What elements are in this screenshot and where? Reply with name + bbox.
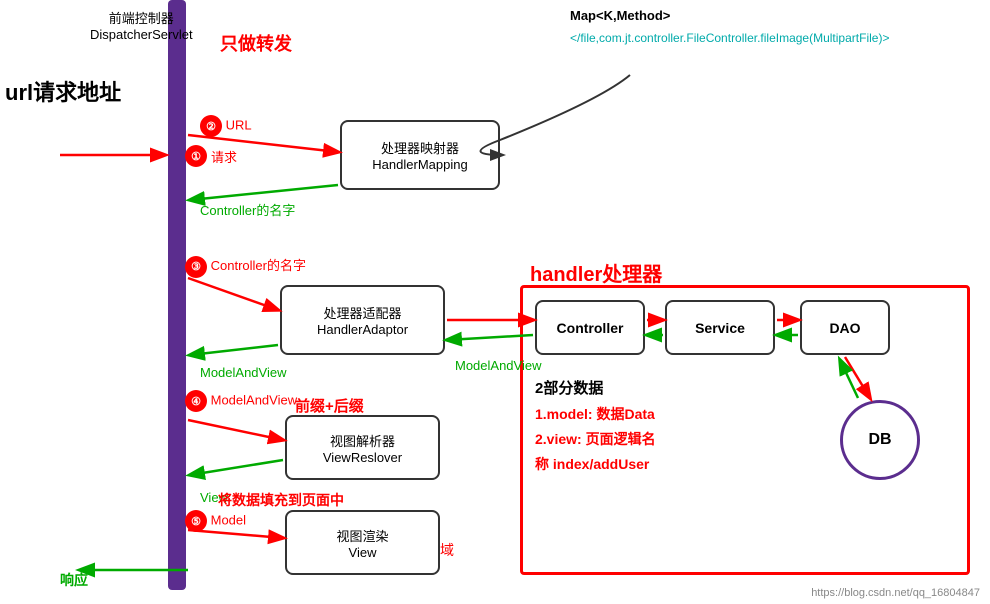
- controller-box: Controller: [535, 300, 645, 355]
- watermark: https://blog.csdn.net/qq_16804847: [811, 587, 980, 599]
- map-label: Map<K,Method>: [570, 8, 670, 23]
- modelview-adaptor-out: ModelAndView: [455, 358, 541, 373]
- step1-label: ① 请求: [185, 145, 237, 167]
- step3-label: ③ Controller的名字: [185, 255, 306, 278]
- vertical-bar: [168, 0, 186, 590]
- only-forward-label: 只做转发: [220, 30, 292, 56]
- dao-box: DAO: [800, 300, 890, 355]
- prefix-suffix-label: 前缀+后缀: [295, 395, 364, 416]
- domain-label: 域: [440, 540, 454, 560]
- info-text: 2部分数据 1.model: 数据Data 2.view: 页面逻辑名 称 in…: [535, 375, 656, 478]
- step2-label: ② URL: [200, 115, 252, 137]
- service-box: Service: [665, 300, 775, 355]
- handler-processor-label: handler处理器: [530, 258, 662, 287]
- url-label: url请求地址: [5, 75, 121, 107]
- view-resolver-box: 视图解析器 ViewReslover: [285, 415, 440, 480]
- step4-label: ④ ModelAndView: [185, 390, 297, 412]
- model-and-view-return: ModelAndView: [200, 365, 286, 380]
- diagram-container: url请求地址 前端控制器 DispatcherServlet 只做转发 Map…: [0, 0, 990, 604]
- file-path-label: </file,com.jt.controller.FileController.…: [570, 30, 889, 47]
- dispatcher-label: 前端控制器 DispatcherServlet: [90, 8, 193, 42]
- controller-name-return: Controller的名字: [200, 200, 295, 219]
- response-label: 响应: [60, 570, 88, 590]
- view-render-box: 视图渲染 View: [285, 510, 440, 575]
- step5-label: ⑤ Model: [185, 510, 246, 532]
- handler-adaptor-box: 处理器适配器 HandlerAdaptor: [280, 285, 445, 355]
- fill-data-label: 将数据填充到页面中: [218, 490, 344, 510]
- handler-mapping-box: 处理器映射器 HandlerMapping: [340, 120, 500, 190]
- db-circle: DB: [840, 400, 920, 480]
